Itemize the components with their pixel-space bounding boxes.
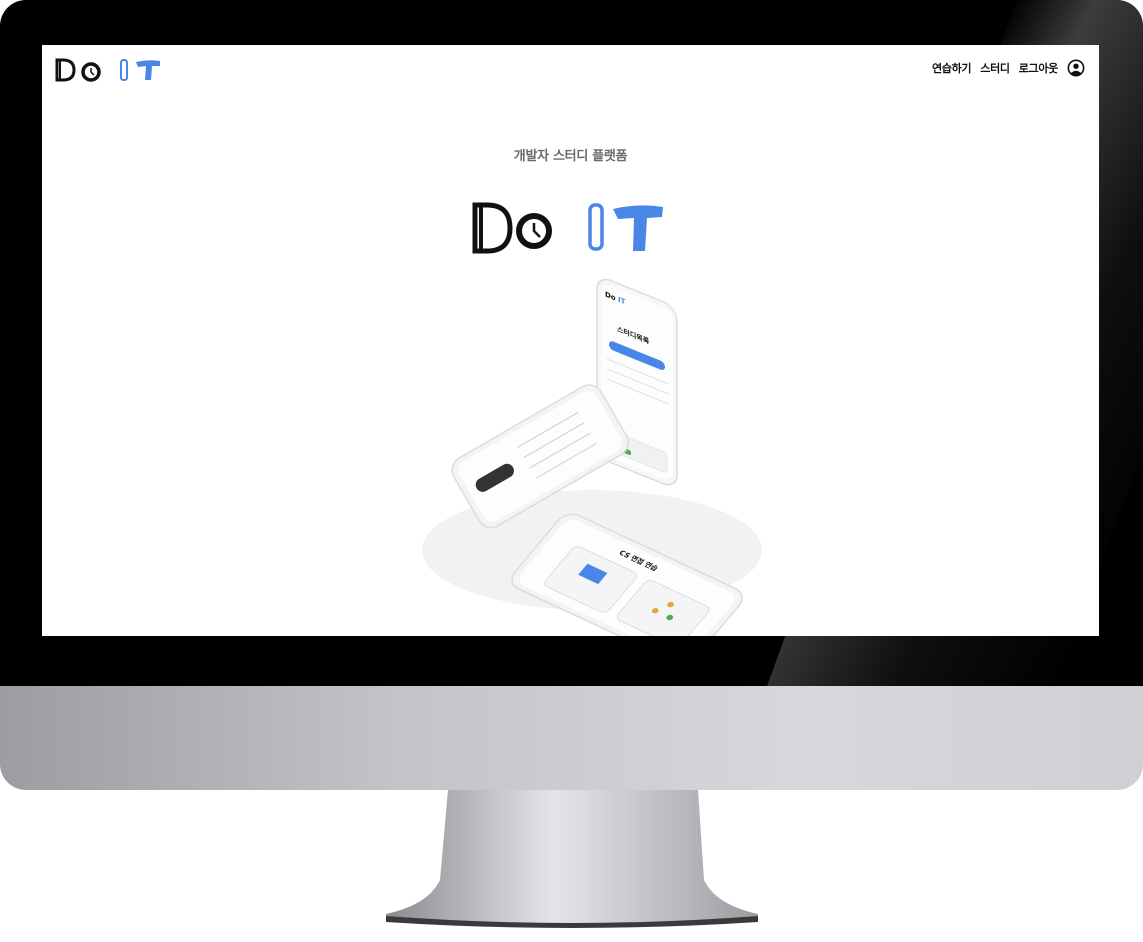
top-nav: 연습하기 스터디 로그아웃 (42, 45, 1099, 95)
monitor-stand (386, 790, 758, 928)
nav-logo[interactable] (54, 56, 164, 84)
nav-link-logout[interactable]: 로그아웃 (1019, 60, 1059, 76)
user-circle-icon[interactable] (1067, 59, 1085, 77)
screen: 연습하기 스터디 로그아웃 개발자 스터디 플랫폼 Do IT 스터디목록 CS… (42, 45, 1099, 636)
hero-subtitle: 개발자 스터디 플랫폼 (513, 149, 628, 164)
phone-mockups: Do IT 스터디목록 CS 면접 연습 (422, 278, 762, 636)
nav-links: 연습하기 스터디 로그아웃 (932, 59, 1085, 77)
nav-link-practice[interactable]: 연습하기 (932, 60, 972, 76)
monitor-chin (0, 686, 1143, 790)
nav-link-study[interactable]: 스터디 (980, 60, 1010, 76)
hero-logo (472, 202, 663, 254)
